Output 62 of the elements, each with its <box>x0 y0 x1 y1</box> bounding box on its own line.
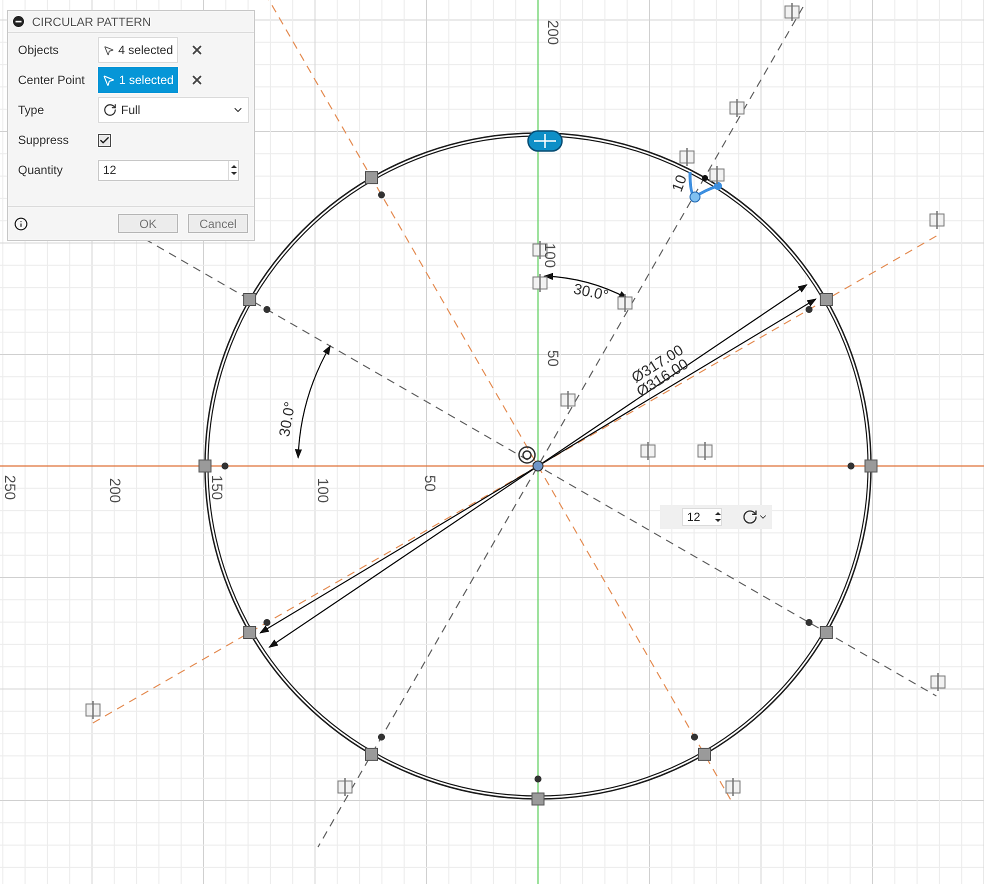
collapse-icon[interactable] <box>13 16 24 27</box>
constraint-icon <box>86 701 100 719</box>
close-icon[interactable] <box>190 43 204 57</box>
constraint-icon <box>930 211 944 229</box>
axis-label: 200 <box>106 478 123 504</box>
dialog-button[interactable]: Cancel <box>188 214 248 233</box>
cursor-icon <box>103 44 114 56</box>
axis-label: 200 <box>544 20 561 46</box>
field-label: Quantity <box>18 162 64 179</box>
spinner-arrows-icon[interactable] <box>715 511 721 523</box>
constraint-icon <box>710 166 724 184</box>
constraint-icon <box>726 778 740 796</box>
axis-label: 100 <box>314 478 331 504</box>
constraint-icon <box>680 148 694 166</box>
checked-point-icon <box>243 293 270 313</box>
dimension-label[interactable]: 30.0° <box>276 400 299 438</box>
constraint-icon <box>560 391 576 409</box>
center-point-icon <box>518 446 544 472</box>
field-label: Objects <box>18 42 60 59</box>
quantity-field[interactable]: 12 <box>682 508 722 526</box>
constraint-icon <box>532 274 548 292</box>
checked-point-icon <box>198 460 228 472</box>
selection-button[interactable]: 4 selected <box>98 37 178 63</box>
constraint-icon <box>784 3 800 21</box>
constraint-icon <box>930 673 946 691</box>
checked-point-icon <box>365 734 385 761</box>
axis-label: 50 <box>544 350 561 367</box>
horizontal-constraint-icon <box>527 130 563 152</box>
checked-point-icon <box>532 776 544 806</box>
spinner-arrows-icon[interactable] <box>228 160 238 180</box>
checked-point-icon <box>243 619 270 639</box>
close-icon[interactable] <box>190 73 204 87</box>
quantity-field[interactable]: 12 <box>98 160 239 180</box>
dimension-label[interactable]: 10 <box>668 172 691 194</box>
type-dropdown[interactable]: Full <box>98 97 249 123</box>
axis-label: 100 <box>541 243 558 268</box>
rotate-icon <box>742 509 758 525</box>
checked-point-icon <box>848 460 878 472</box>
checked-point-icon <box>806 293 833 313</box>
dialog-title: CIRCULAR PATTERN <box>32 14 151 30</box>
field-label: Center Point <box>18 72 86 89</box>
dimension-label[interactable]: 30.0° <box>572 280 610 305</box>
constraint-icon <box>618 294 632 312</box>
constraint-icon <box>698 442 712 460</box>
axis-label: 250 <box>1 475 18 500</box>
dialog-button[interactable]: OK <box>118 214 178 233</box>
constraint-icon <box>338 778 352 796</box>
checked-point-icon <box>365 171 385 198</box>
constraint-icon <box>640 442 656 460</box>
checked-point-icon <box>691 734 711 761</box>
cursor-icon <box>102 74 115 86</box>
selected-arc-drawing[interactable] <box>688 172 722 202</box>
axis-label: 150 <box>208 475 225 500</box>
pattern-type-button[interactable] <box>742 509 768 525</box>
rotate-icon <box>103 103 117 117</box>
field-label: Type <box>18 102 46 119</box>
info-icon[interactable] <box>14 216 28 230</box>
axis-label: 50 <box>421 475 438 492</box>
field-label: Suppress <box>18 132 70 149</box>
constraint-icon <box>730 99 744 117</box>
checkbox[interactable] <box>98 134 111 146</box>
checked-point-icon <box>806 619 833 639</box>
